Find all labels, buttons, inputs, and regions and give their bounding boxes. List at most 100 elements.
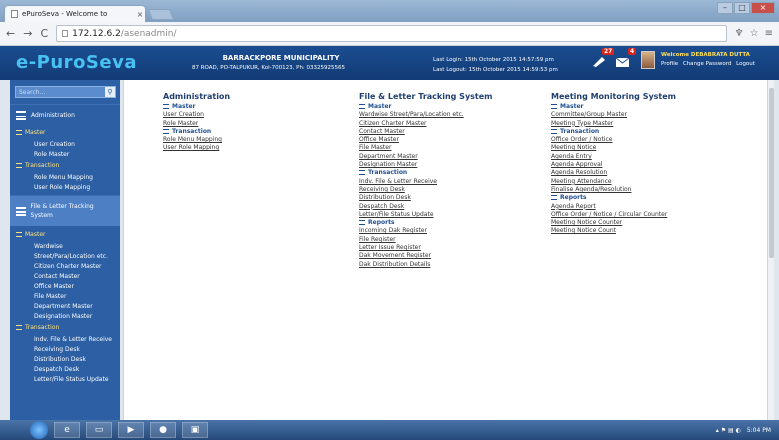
window-controls: – □ ×: [717, 2, 775, 14]
sidebar-item[interactable]: Despatch Desk: [10, 364, 120, 374]
sidebar-item-user-role-mapping[interactable]: User Role Mapping: [10, 182, 120, 192]
start-button[interactable]: [30, 421, 48, 439]
new-tab-button[interactable]: [147, 9, 175, 20]
menu-link[interactable]: Dak Distribution Details: [359, 261, 549, 268]
sidebar-item[interactable]: Office Master: [10, 281, 120, 291]
menu-link[interactable]: Meeting Notice: [551, 144, 741, 151]
folder-icon[interactable]: ▭: [86, 422, 112, 438]
url-input[interactable]: 172.12.6.2/asenadmin/: [56, 25, 727, 42]
sidebar-item[interactable]: Receiving Desk: [10, 344, 120, 354]
mail-icon[interactable]: [614, 54, 632, 68]
maximize-icon[interactable]: □: [734, 2, 750, 14]
menu-link[interactable]: Meeting Attendance: [551, 178, 741, 185]
sidebar-item[interactable]: Citizen Charter Master: [10, 261, 120, 271]
menu-link[interactable]: Indv. File & Letter Receive: [359, 178, 549, 185]
menu-link[interactable]: Receiving Desk: [359, 186, 549, 193]
menu-link[interactable]: Committee/Group Master: [551, 111, 741, 118]
menu-link[interactable]: File Master: [359, 144, 549, 151]
sidebar-search[interactable]: Search... ⚲: [15, 86, 116, 98]
extension-icon[interactable]: ♆: [735, 28, 744, 39]
sidebar-item-file-letter-tracking[interactable]: File & Letter Tracking System: [10, 195, 120, 226]
notifications-icon[interactable]: [590, 54, 608, 68]
sidebar-item-role-menu-mapping[interactable]: Role Menu Mapping: [10, 172, 120, 182]
change-password-link[interactable]: Change Password: [683, 61, 732, 67]
menu-link[interactable]: Incoming Dak Register: [359, 227, 549, 234]
menu-link[interactable]: Letter Issue Register: [359, 244, 549, 251]
sidebar-item[interactable]: Contact Master: [10, 271, 120, 281]
menu-link[interactable]: Contact Master: [359, 128, 549, 135]
menu-link[interactable]: Agenda Approval: [551, 161, 741, 168]
menu-link[interactable]: Office Order / Notice: [551, 136, 741, 143]
menu-link[interactable]: Agenda Report: [551, 203, 741, 210]
minimize-icon[interactable]: –: [717, 2, 733, 14]
sidebar-item[interactable]: Letter/File Status Update: [10, 374, 120, 384]
logout-link[interactable]: Logout: [736, 61, 755, 67]
clock[interactable]: 5:04 PM: [747, 427, 771, 434]
menu-link[interactable]: Meeting Type Master: [551, 120, 741, 127]
sidebar-item-user-creation[interactable]: User Creation: [10, 139, 120, 149]
search-icon[interactable]: ⚲: [105, 87, 115, 97]
app-logo[interactable]: e-PuroSeva: [16, 52, 137, 73]
menu-link[interactable]: Meeting Notice Count: [551, 227, 741, 234]
column-title: Meeting Monitoring System: [551, 92, 677, 101]
section-transaction: Transaction: [359, 169, 549, 176]
back-icon[interactable]: ←: [6, 27, 15, 40]
municipality-name: BARRACKPORE MUNICIPALITY: [222, 54, 340, 62]
sidebar-section-master: Master: [10, 228, 120, 241]
browser-tab[interactable]: ePuroSeva - Welcome to ×: [4, 5, 146, 22]
sidebar-item-role-master[interactable]: Role Master: [10, 149, 120, 159]
forward-icon[interactable]: →: [23, 27, 32, 40]
menu-link[interactable]: Wardwise Street/Para/Location etc.: [359, 111, 549, 118]
bookmark-star-icon[interactable]: ☆: [750, 28, 759, 39]
menu-link[interactable]: Letter/File Status Update: [359, 211, 549, 218]
sidebar-item[interactable]: Indv. File & Letter Receive: [10, 334, 120, 344]
media-player-icon[interactable]: ▶: [118, 422, 144, 438]
municipality-address: 87 ROAD, PO-TALPUKUR, Kol-700123, Ph: 03…: [191, 65, 346, 71]
sidebar-item[interactable]: Street/Para/Location etc.: [10, 251, 120, 261]
menu-link[interactable]: Meeting Notice Counter: [551, 219, 741, 226]
close-window-icon[interactable]: ×: [751, 2, 775, 14]
list-icon: [359, 220, 365, 226]
menu-link[interactable]: Role Master: [163, 120, 353, 127]
avatar[interactable]: [641, 51, 655, 69]
taskbar: e ▭ ▶ ● ▣ ▴ ⚑ ▤ ◐ 5:04 PM: [0, 420, 779, 440]
close-tab-icon[interactable]: ×: [135, 10, 145, 19]
tray-icons[interactable]: ▴ ⚑ ▤ ◐: [716, 427, 741, 434]
menu-link[interactable]: Despatch Desk: [359, 203, 549, 210]
menu-link[interactable]: User Role Mapping: [163, 144, 353, 151]
reload-icon[interactable]: C: [40, 27, 48, 40]
list-icon: [16, 111, 26, 120]
chrome-icon[interactable]: ●: [150, 422, 176, 438]
menu-link[interactable]: Distribution Desk: [359, 194, 549, 201]
scrollbar[interactable]: [767, 80, 774, 420]
menu-link[interactable]: Finalise Agenda/Resolution: [551, 186, 741, 193]
scrollbar-thumb[interactable]: [769, 88, 774, 258]
sidebar-item[interactable]: File Master: [10, 291, 120, 301]
menu-link[interactable]: Office Master: [359, 136, 549, 143]
login-info: Last Login: 15th October 2015 14:57:59 p…: [433, 55, 558, 75]
menu-link[interactable]: Role Menu Mapping: [163, 136, 353, 143]
sidebar-item[interactable]: Wardwise: [10, 241, 120, 251]
menu-icon[interactable]: ≡: [765, 28, 773, 39]
menu-link[interactable]: User Creation: [163, 111, 353, 118]
column-title: Administration: [163, 92, 231, 101]
sidebar-item[interactable]: Distribution Desk: [10, 354, 120, 364]
search-input[interactable]: Search...: [16, 89, 105, 96]
section-master: Master: [163, 103, 353, 110]
menu-link[interactable]: File Register: [359, 236, 549, 243]
menu-link[interactable]: Dak Movement Register: [359, 252, 549, 259]
sidebar-section-transaction: Transaction: [10, 159, 120, 172]
app-icon[interactable]: ▣: [182, 422, 208, 438]
list-icon: [16, 325, 22, 330]
sidebar-item[interactable]: Department Master: [10, 301, 120, 311]
menu-link[interactable]: Department Master: [359, 153, 549, 160]
ie-icon[interactable]: e: [54, 422, 80, 438]
menu-link[interactable]: Citizen Charter Master: [359, 120, 549, 127]
menu-link[interactable]: Agenda Entry: [551, 153, 741, 160]
sidebar-item-administration[interactable]: Administration: [10, 104, 120, 126]
menu-link[interactable]: Office Order / Notice / Circular Counter: [551, 211, 741, 218]
menu-link[interactable]: Agenda Resolution: [551, 169, 741, 176]
profile-link[interactable]: Profile: [661, 61, 678, 67]
menu-link[interactable]: Designation Master: [359, 161, 549, 168]
sidebar-item[interactable]: Designation Master: [10, 311, 120, 321]
